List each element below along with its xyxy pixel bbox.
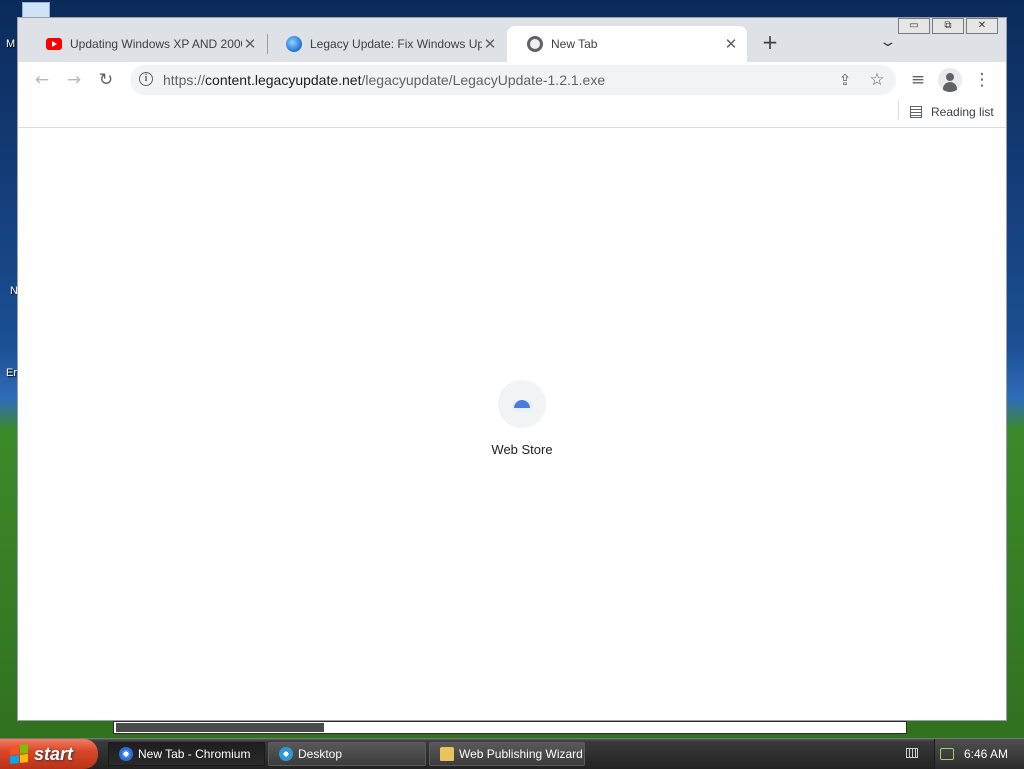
bookmark-star-icon[interactable]: ☆ — [866, 69, 888, 91]
reading-list-label: Reading list — [931, 105, 994, 119]
tab-title: Legacy Update: Fix Windows Updat — [310, 37, 482, 51]
window-controls: ▭ ⧉ ✕ — [898, 18, 998, 34]
taskbar-item-desktop[interactable]: Desktop — [268, 742, 426, 766]
reload-button[interactable]: ↻ — [94, 68, 118, 92]
menu-button[interactable]: ⋮ — [970, 68, 994, 92]
tab-title: New Tab — [551, 37, 598, 51]
close-icon[interactable]: ✕ — [242, 35, 258, 53]
url-host: content.legacyupdate.net — [205, 72, 362, 88]
restore-button[interactable]: ⧉ — [932, 18, 964, 34]
tab-legacy-update[interactable]: Legacy Update: Fix Windows Updat ✕ — [266, 26, 506, 62]
ie-icon — [279, 747, 293, 761]
windows-logo-icon — [10, 744, 28, 764]
info-icon[interactable]: i — [139, 72, 153, 86]
address-bar[interactable]: i https://content.legacyupdate.net/legac… — [130, 65, 896, 95]
tab-new-tab[interactable]: New Tab ✕ — [507, 26, 747, 62]
chromium-icon — [119, 747, 133, 761]
url-scheme: https:// — [163, 72, 206, 88]
taskbar-item-chromium[interactable]: New Tab - Chromium — [108, 742, 265, 766]
shortcut-web-store[interactable]: Web Store — [466, 380, 578, 457]
reading-list-button[interactable]: Reading list — [910, 102, 994, 122]
system-tray: 6:46 AM — [934, 739, 1024, 769]
world-icon — [527, 36, 543, 52]
new-tab-page: Web Store — [18, 128, 1006, 720]
clock[interactable]: 6:46 AM — [964, 747, 1008, 761]
horizontal-scrollbar[interactable] — [113, 721, 907, 734]
tab-title: Updating Windows XP AND 2000 In — [70, 37, 242, 51]
tab-strip: Updating Windows XP AND 2000 In ✕ Legacy… — [18, 18, 1006, 62]
desktop-icon-label-1: M — [6, 38, 16, 50]
close-window-button[interactable]: ✕ — [966, 18, 998, 34]
shortcut-tile — [498, 380, 546, 428]
start-button[interactable]: start — [0, 739, 98, 769]
chevron-down-icon: ⌄ — [878, 34, 898, 50]
desktop-icon-label-3: Er — [6, 367, 17, 379]
media-control-button[interactable]: ≡ — [906, 68, 930, 92]
share-icon[interactable]: ⇪ — [834, 69, 856, 91]
browser-window: Updating Windows XP AND 2000 In ✕ Legacy… — [17, 17, 1007, 721]
youtube-icon — [46, 38, 62, 50]
forward-button[interactable]: → — [62, 68, 86, 92]
network-icon[interactable] — [939, 748, 954, 760]
keyboard-icon[interactable] — [906, 748, 918, 758]
bookmarks-bar: Reading list — [18, 98, 1006, 128]
minimize-button[interactable]: ▭ — [898, 18, 930, 34]
url-text[interactable]: https://content.legacyupdate.net/legacyu… — [163, 72, 605, 88]
shortcut-label: Web Store — [491, 442, 553, 457]
taskbar-item-web-publishing-wizard[interactable]: Web Publishing Wizard — [429, 742, 585, 766]
bookmarks-separator — [898, 101, 899, 119]
taskbar-item-label: Desktop — [298, 747, 343, 761]
scrollbar-thumb[interactable] — [116, 723, 324, 732]
tab-youtube[interactable]: Updating Windows XP AND 2000 In ✕ — [26, 26, 266, 62]
close-icon[interactable]: ✕ — [723, 35, 739, 53]
profile-avatar-button[interactable] — [938, 68, 962, 92]
tab-search-button[interactable]: ⌄ — [876, 30, 900, 54]
taskbar: start New Tab - Chromium Desktop Web Pub… — [0, 738, 1024, 769]
reading-list-icon — [910, 106, 922, 118]
start-label: start — [34, 743, 74, 764]
toolbar: ← → ↻ i https://content.legacyupdate.net… — [18, 62, 1006, 98]
new-tab-button[interactable]: + — [758, 30, 782, 54]
web-store-icon — [512, 400, 532, 412]
taskbar-item-label: Web Publishing Wizard — [459, 747, 583, 761]
folder-icon — [440, 747, 454, 761]
taskbar-item-label: New Tab - Chromium — [138, 747, 251, 761]
globe-icon — [286, 36, 302, 52]
url-path: /legacyupdate/LegacyUpdate-1.2.1.exe — [361, 72, 606, 88]
close-icon[interactable]: ✕ — [482, 35, 498, 53]
back-button[interactable]: ← — [30, 68, 54, 92]
